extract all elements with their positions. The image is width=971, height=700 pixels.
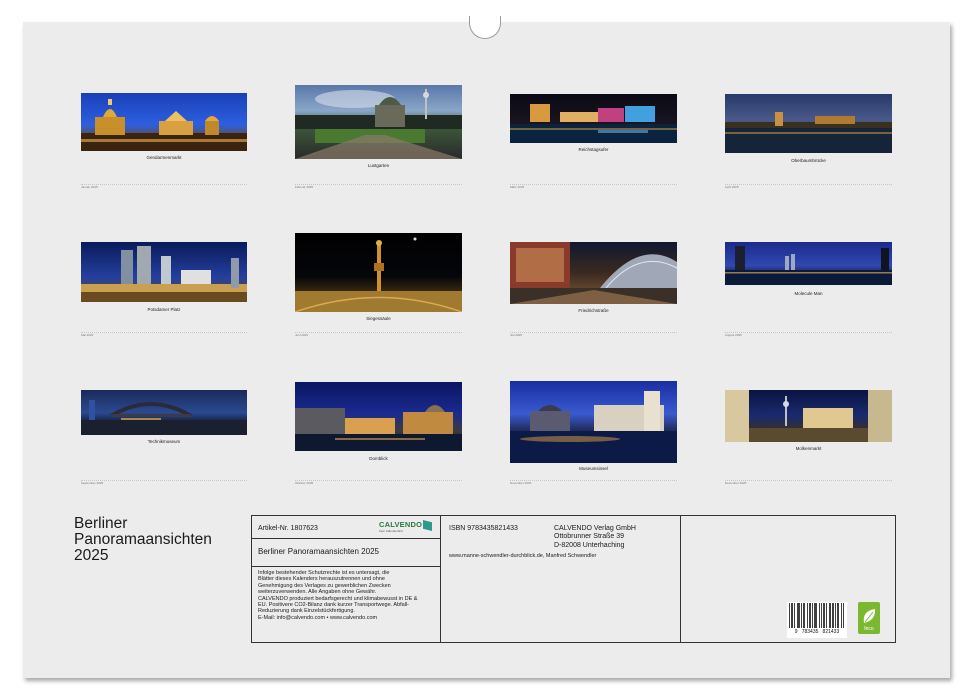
photo-caption: Friedrichstraße xyxy=(578,308,609,313)
barcode-bar xyxy=(809,603,810,628)
photo-caption: Molkenmarkt xyxy=(795,446,822,451)
barcode-bar xyxy=(833,603,834,628)
barcode: 9 783435 821433 xyxy=(787,602,847,638)
photo-caption: Domblick xyxy=(369,456,388,461)
date-strip: Februar 2025 xyxy=(295,184,462,189)
date-strip: Oktober 2025 xyxy=(295,480,462,485)
date-strip: Dezember 2025 xyxy=(725,480,892,485)
photo-caption: Gendarmenmarkt xyxy=(146,155,182,160)
barcode-bar xyxy=(812,603,813,628)
calvendo-logo: CALVENDO Kein Kalenderbild xyxy=(379,519,435,535)
photo-friedrichstrasse xyxy=(510,242,677,304)
photo-caption: Oberbaumbrücke xyxy=(791,158,826,163)
barcode-bar xyxy=(823,603,824,628)
barcode-bar xyxy=(801,603,802,628)
address-line: D-82008 Unterhaching xyxy=(554,541,625,549)
date-strip: Januar 2025 xyxy=(81,184,247,189)
calendar-subtitle: Berliner Panoramaansichten 2025 xyxy=(258,547,379,556)
barcode-bar xyxy=(838,603,839,628)
barcode-bar xyxy=(798,603,799,628)
barcode-bar xyxy=(789,603,790,628)
barcode-bar xyxy=(841,603,842,628)
divider xyxy=(252,566,440,567)
photo-caption: Molecule Man xyxy=(794,291,823,296)
title-line: Panoramaansichten xyxy=(74,531,212,548)
barcode-bar xyxy=(830,603,831,628)
barcode-bar xyxy=(814,603,815,628)
photo-credit: www.manne-schwendler-durchblick.de, Manf… xyxy=(449,553,597,559)
date-strip: Juni 2025 xyxy=(295,332,462,337)
barcode-bar xyxy=(843,603,844,628)
photo-caption: Siegessäule xyxy=(366,316,391,321)
photo-lustgarten xyxy=(295,85,462,159)
divider xyxy=(680,516,681,642)
barcode-bar xyxy=(816,603,817,628)
article-number: Artikel-Nr. 1807623 xyxy=(258,525,318,532)
photo-museumsinsel xyxy=(510,381,677,463)
photo-reichstagsufer xyxy=(510,94,677,143)
calvendo-flag-icon xyxy=(423,520,432,531)
address-line: CALVENDO Verlag GmbH xyxy=(554,525,636,532)
date-strip: Juli 2025 xyxy=(510,332,677,337)
eco-badge-icon: feco xyxy=(858,602,880,634)
photo-technikmuseum xyxy=(81,390,247,435)
address-line: Ottobrunner Straße 39 xyxy=(554,533,625,541)
photo-molecule-man xyxy=(725,242,892,285)
photo-gendarmenmarkt xyxy=(81,93,247,151)
date-strip: Mai 2025 xyxy=(81,332,247,337)
photo-oberbaumbruecke xyxy=(725,94,892,153)
barcode-bar xyxy=(807,603,808,628)
calendar-title: Berliner Panoramaansichten 2025 xyxy=(74,516,212,564)
date-strip: August 2025 xyxy=(725,332,892,337)
brand-subtitle: Kein Kalenderbild xyxy=(379,529,403,533)
photo-caption: Museumsinsel xyxy=(579,466,608,471)
barcode-bar xyxy=(829,603,830,628)
photo-caption: Potsdamer Platz xyxy=(147,307,181,312)
imprint-box: Artikel-Nr. 1807623 CALVENDO Kein Kalend… xyxy=(251,515,896,643)
isbn: ISBN 9783435821433 xyxy=(449,525,518,532)
legal-line: E-Mail: info@calvendo.com • www.calvendo… xyxy=(258,614,378,621)
barcode-bar xyxy=(804,603,805,628)
eco-label: feco xyxy=(864,626,874,632)
publisher-address: CALVENDO Verlag GmbH Ottobrunner Straße … xyxy=(554,525,636,550)
barcode-bar xyxy=(791,603,792,628)
barcode-bar xyxy=(792,603,793,628)
divider xyxy=(440,516,441,642)
photo-caption: Lustgarten xyxy=(367,163,390,168)
barcode-bar xyxy=(837,603,838,628)
date-strip: April 2025 xyxy=(725,184,892,189)
barcode-bar xyxy=(799,603,800,628)
barcode-digits: 9 783435 821433 xyxy=(794,629,840,635)
barcode-bar xyxy=(803,603,804,628)
legal-notice: Infolge bestehender Schutzrechte ist es … xyxy=(258,570,436,621)
barcode-bar xyxy=(826,603,827,628)
barcode-bar xyxy=(824,603,825,628)
barcode-bar xyxy=(819,603,820,628)
divider xyxy=(252,538,440,539)
date-strip: März 2025 xyxy=(510,184,677,189)
barcode-bar xyxy=(835,603,836,628)
barcode-bar xyxy=(821,603,822,628)
barcode-bar xyxy=(815,603,816,628)
barcode-bar xyxy=(832,603,833,628)
barcode-bar xyxy=(794,603,795,628)
date-strip: November 2025 xyxy=(510,480,677,485)
photo-siegessaeule xyxy=(295,233,462,312)
title-line: Berliner xyxy=(74,515,128,532)
photo-caption: Technikmuseum xyxy=(147,439,181,444)
photo-caption: Reichstagsufer xyxy=(578,147,609,152)
photo-domblick xyxy=(295,382,462,451)
barcode-bar xyxy=(810,603,811,628)
title-line: 2025 xyxy=(74,547,109,564)
photo-molkenmarkt xyxy=(725,390,892,442)
date-strip: September 2025 xyxy=(81,480,247,485)
barcode-bar xyxy=(797,603,798,628)
photo-potsdamer-platz xyxy=(81,242,247,302)
brand-name: CALVENDO xyxy=(379,520,423,529)
